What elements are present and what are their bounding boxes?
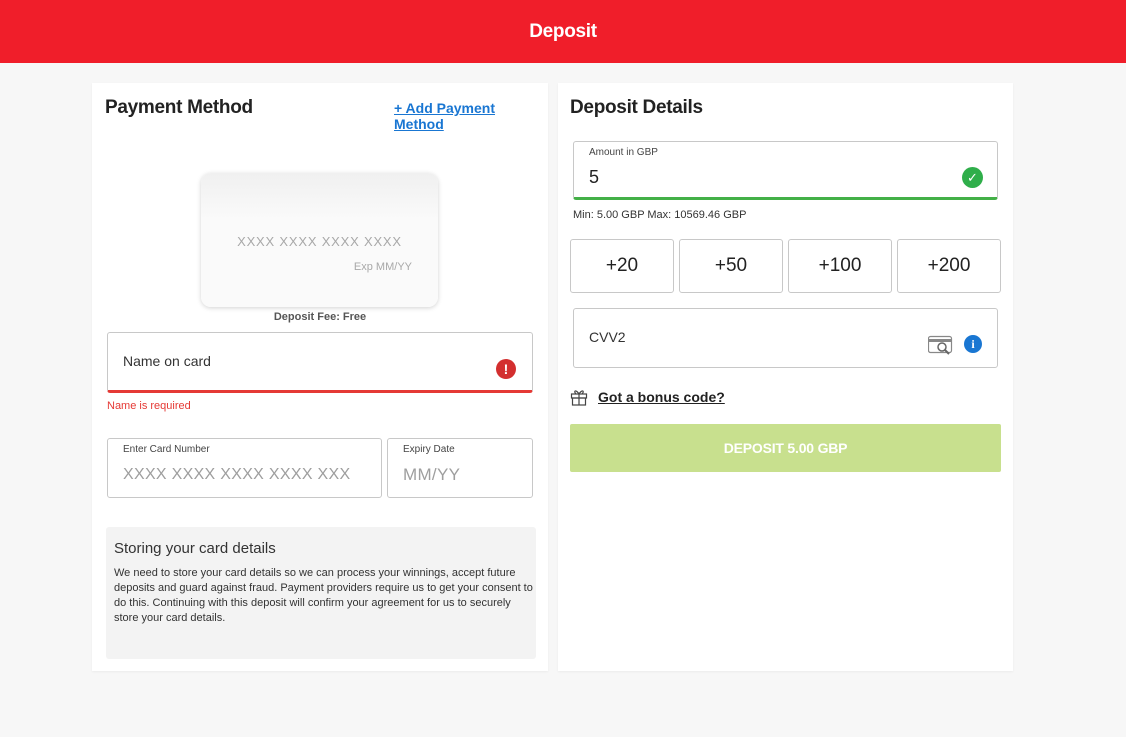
- amount-field[interactable]: Amount in GBP 5 ✓: [573, 141, 998, 200]
- expiry-date-field[interactable]: Expiry Date MM/YY: [387, 438, 533, 498]
- storing-card-title: Storing your card details: [114, 540, 276, 557]
- app-header: Deposit: [0, 0, 1126, 63]
- payment-method-heading: Payment Method: [105, 97, 253, 118]
- amount-value: 5: [589, 167, 600, 187]
- info-icon[interactable]: i: [964, 335, 982, 353]
- name-error-message: Name is required: [107, 400, 191, 412]
- name-on-card-field[interactable]: Name on card !: [107, 332, 533, 393]
- card-number-field[interactable]: Enter Card Number XXXX XXXX XXXX XXXX XX…: [107, 438, 382, 498]
- deposit-details-heading: Deposit Details: [570, 97, 703, 118]
- quick-amount-50-button[interactable]: +50: [679, 239, 783, 293]
- alert-icon: !: [496, 359, 516, 379]
- amount-label: Amount in GBP: [589, 147, 658, 158]
- deposit-fee-text: Deposit Fee: Free: [273, 311, 367, 323]
- quick-amount-20-button[interactable]: +20: [570, 239, 674, 293]
- gift-icon: [570, 390, 588, 406]
- card-number-placeholder: XXXX XXXX XXXX XXXX XXX: [123, 466, 351, 483]
- bonus-code-link[interactable]: Got a bonus code?: [598, 389, 725, 405]
- card-security-icon: [928, 335, 953, 355]
- name-on-card-label: Name on card: [123, 353, 211, 369]
- card-preview-number: XXXX XXXX XXXX XXXX: [237, 234, 402, 249]
- expiry-date-label: Expiry Date: [403, 444, 455, 455]
- add-payment-method-link[interactable]: + Add Payment Method: [394, 100, 548, 132]
- quick-amount-200-button[interactable]: +200: [897, 239, 1001, 293]
- expiry-date-placeholder: MM/YY: [403, 465, 461, 484]
- deposit-button[interactable]: DEPOSIT 5.00 GBP: [570, 424, 1001, 472]
- storing-card-body: We need to store your card details so we…: [114, 567, 533, 624]
- card-preview: XXXX XXXX XXXX XXXX Exp MM/YY: [201, 173, 438, 307]
- cvv-field[interactable]: CVV2 i: [573, 308, 998, 368]
- cvv-label: CVV2: [589, 329, 626, 345]
- deposit-details-panel: Deposit Details Amount in GBP 5 ✓ Min: 5…: [558, 83, 1013, 671]
- check-icon: ✓: [962, 167, 983, 188]
- quick-amount-100-button[interactable]: +100: [788, 239, 892, 293]
- amount-limits: Min: 5.00 GBP Max: 10569.46 GBP: [573, 209, 747, 221]
- storing-card-info-box: Storing your card details We need to sto…: [106, 527, 536, 659]
- page-title: Deposit: [529, 20, 597, 42]
- card-preview-expiry: Exp MM/YY: [353, 261, 412, 273]
- payment-method-panel: Payment Method + Add Payment Method XXXX…: [92, 83, 548, 671]
- card-number-label: Enter Card Number: [123, 444, 210, 455]
